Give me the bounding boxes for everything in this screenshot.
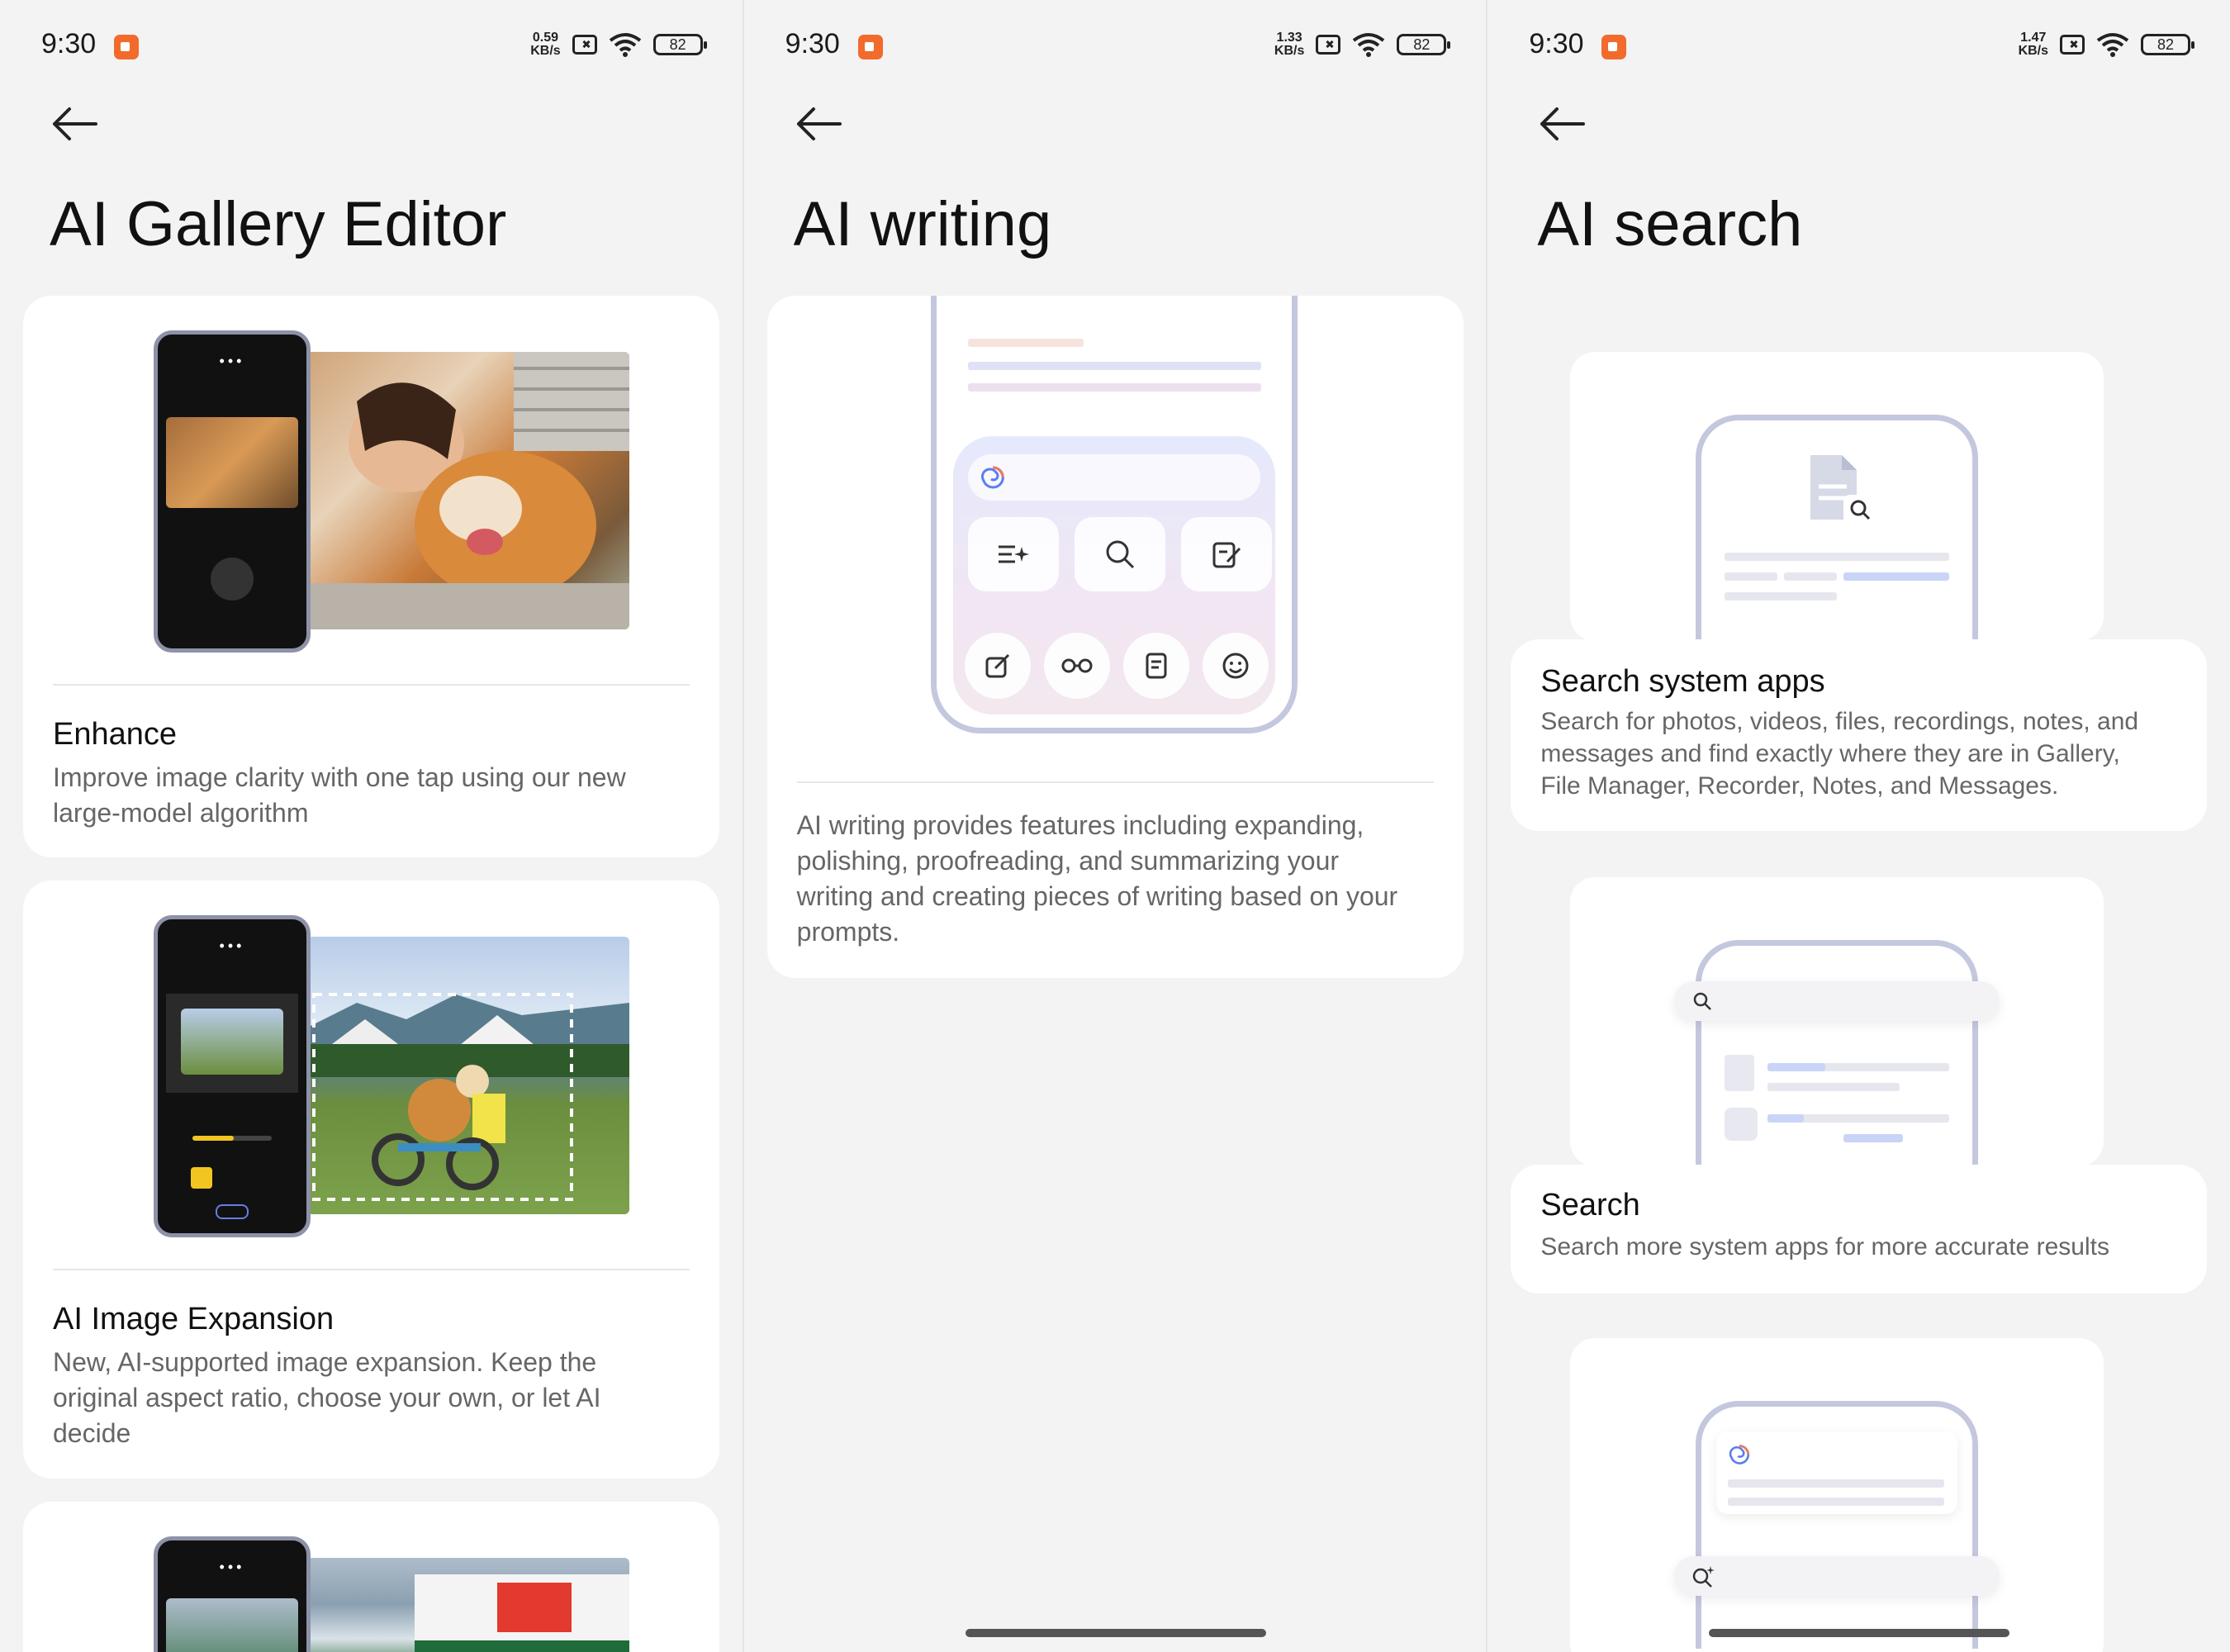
status-bar: 9:30 0.59 KB/s 82 [0, 25, 743, 66]
status-time: 9:30 [785, 28, 840, 59]
page-title: AI Gallery Editor [50, 189, 507, 259]
ai-spiral-icon [980, 466, 1004, 489]
screen-record-icon [114, 35, 139, 59]
document-icon [1146, 653, 1167, 679]
phone-mockup: ••• [154, 1536, 311, 1652]
battery-indicator: 82 [1397, 34, 1451, 55]
ai-prompt-input[interactable] [967, 454, 1260, 501]
card-description: Improve image clarity with one tap using… [53, 762, 626, 828]
screen-record-icon [1601, 35, 1627, 59]
battery-indicator: 82 [652, 34, 707, 55]
network-speed: 1.33 KB/s [1274, 31, 1305, 58]
card-description: Search more system apps for more accurat… [1540, 1233, 2109, 1260]
network-speed: 1.47 KB/s [2018, 31, 2049, 58]
enhance-hd-icon [211, 558, 254, 601]
ai-spiral-icon [1729, 1445, 1750, 1464]
emoji-button[interactable] [1202, 633, 1269, 699]
search-pill [1674, 981, 2000, 1021]
feature-card-more[interactable]: ••• [23, 1502, 719, 1652]
back-arrow-icon[interactable] [51, 106, 97, 142]
harbor-photo [307, 1558, 629, 1652]
expansion-photo [307, 937, 629, 1214]
phone-mockup: ••• [154, 915, 311, 1237]
search-icon [1694, 992, 1712, 1010]
read-button[interactable] [1043, 633, 1110, 699]
ai-writing-panel [952, 436, 1275, 714]
writing-phone-mockup [930, 296, 1298, 733]
summarize-button[interactable] [1122, 633, 1189, 699]
search-icon [1106, 540, 1134, 569]
screen-record-icon [857, 35, 883, 59]
ai-search-pill [1674, 1556, 2000, 1596]
network-speed: 0.59 KB/s [530, 31, 561, 58]
screen-ai-search: 9:30 1.47 KB/s 82 AI search Search syste… [1487, 0, 2230, 1652]
wifi-icon [2096, 33, 2129, 57]
feature-card-ai-writing: AI writing provides features including e… [766, 296, 1464, 978]
battery-indicator: 82 [2141, 34, 2195, 55]
feature-card-image-expansion[interactable]: ••• AI Image Expansion New, AI-supported… [23, 881, 719, 1479]
proofread-button[interactable] [1074, 517, 1165, 591]
status-time: 9:30 [1529, 28, 1584, 59]
edit-note-icon [1212, 542, 1241, 568]
back-arrow-icon[interactable] [1539, 106, 1586, 142]
feature-card-search-system-apps: Search system apps Search for photos, vi… [1511, 639, 2208, 831]
sparkle-list-icon [998, 545, 1029, 563]
screen-ai-gallery-editor: 9:30 0.59 KB/s 82 AI Gallery Editor ••• … [0, 0, 743, 1652]
screen-ai-writing: 9:30 1.33 KB/s 82 AI writing AI writing … [743, 0, 1487, 1652]
status-time: 9:30 [41, 28, 97, 59]
illustration-tile [1570, 1338, 2104, 1652]
polish-button[interactable] [1180, 517, 1272, 591]
card-description: AI writing provides features including e… [796, 810, 1398, 947]
file-search-icon [1810, 455, 1877, 526]
glasses-icon [1061, 658, 1093, 673]
home-indicator[interactable] [1709, 1629, 2010, 1637]
card-description: Search for photos, videos, files, record… [1540, 708, 2139, 800]
enhance-photo [307, 352, 629, 629]
card-title: Enhance [53, 717, 178, 752]
expand-text-button[interactable] [967, 517, 1059, 591]
card-description: New, AI-supported image expansion. Keep … [53, 1347, 601, 1448]
no-sim-icon [2060, 35, 2085, 55]
card-title: Search [1540, 1188, 1640, 1222]
feature-card-search: Search Search more system apps for more … [1511, 1165, 2208, 1294]
illustration-tile [1570, 877, 2104, 1166]
wifi-icon [1353, 33, 1385, 57]
ai-search-icon [1693, 1566, 1715, 1588]
wifi-icon [609, 33, 641, 57]
page-title: AI search [1537, 189, 1803, 259]
status-bar: 9:30 1.47 KB/s 82 [1487, 25, 2230, 66]
write-button[interactable] [964, 633, 1031, 699]
search-phone-mockup [1696, 1401, 1979, 1649]
no-sim-icon [572, 35, 597, 55]
search-phone-mockup [1696, 940, 1979, 1166]
feature-card-enhance[interactable]: ••• Enhance Improve image clarity with o… [23, 296, 719, 857]
phone-mockup: ••• [154, 330, 311, 653]
search-phone-mockup [1696, 415, 1979, 641]
pen-icon [985, 653, 1009, 678]
illustration-tile [1570, 352, 2104, 641]
no-sim-icon [1316, 35, 1341, 55]
card-title: AI Image Expansion [53, 1302, 334, 1336]
smiley-icon [1222, 653, 1249, 679]
page-title: AI writing [793, 189, 1052, 259]
card-title: Search system apps [1540, 664, 1825, 699]
status-bar: 9:30 1.33 KB/s 82 [744, 25, 1487, 66]
back-arrow-icon[interactable] [795, 106, 842, 142]
home-indicator[interactable] [965, 1629, 1266, 1637]
